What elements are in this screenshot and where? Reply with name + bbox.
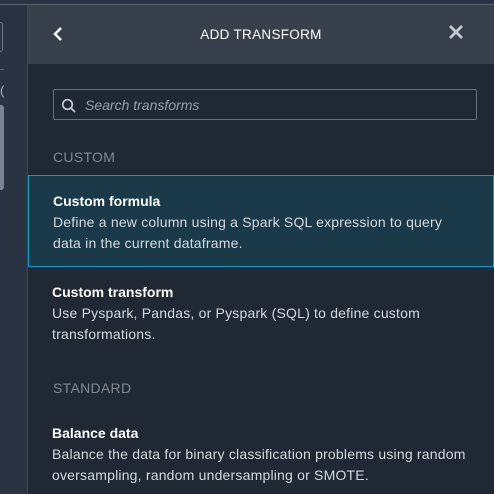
background-page: ( <box>0 5 28 494</box>
item-title: Balance data <box>52 425 139 441</box>
section-label-custom: CUSTOM <box>53 149 116 165</box>
scrollbar[interactable] <box>0 105 4 190</box>
add-transform-panel: ADD TRANSFORM CUSTOM Custom formula Defi… <box>28 5 494 494</box>
transform-item-custom-formula[interactable]: Custom formula Define a new column using… <box>28 175 494 267</box>
panel-header: ADD TRANSFORM <box>28 5 494 64</box>
panel-title: ADD TRANSFORM <box>200 27 322 42</box>
item-description: Define a new column using a Spark SQL ex… <box>53 214 443 251</box>
item-description: Balance the data for binary classificati… <box>52 446 466 483</box>
search-input[interactable] <box>85 94 465 116</box>
close-icon[interactable] <box>446 21 466 49</box>
background-text: ( <box>0 83 5 98</box>
background-input <box>0 22 3 52</box>
item-title: Custom formula <box>53 193 161 209</box>
divider <box>0 69 4 70</box>
item-description: Use Pyspark, Pandas, or Pyspark (SQL) to… <box>52 305 420 342</box>
section-label-standard: STANDARD <box>53 380 132 396</box>
item-title: Custom transform <box>52 284 174 300</box>
transform-item-balance-data[interactable]: Balance data Balance the data for binary… <box>28 425 494 486</box>
search-box <box>53 89 477 120</box>
search-icon <box>61 98 76 113</box>
transform-item-custom-transform[interactable]: Custom transform Use Pyspark, Pandas, or… <box>28 284 494 345</box>
